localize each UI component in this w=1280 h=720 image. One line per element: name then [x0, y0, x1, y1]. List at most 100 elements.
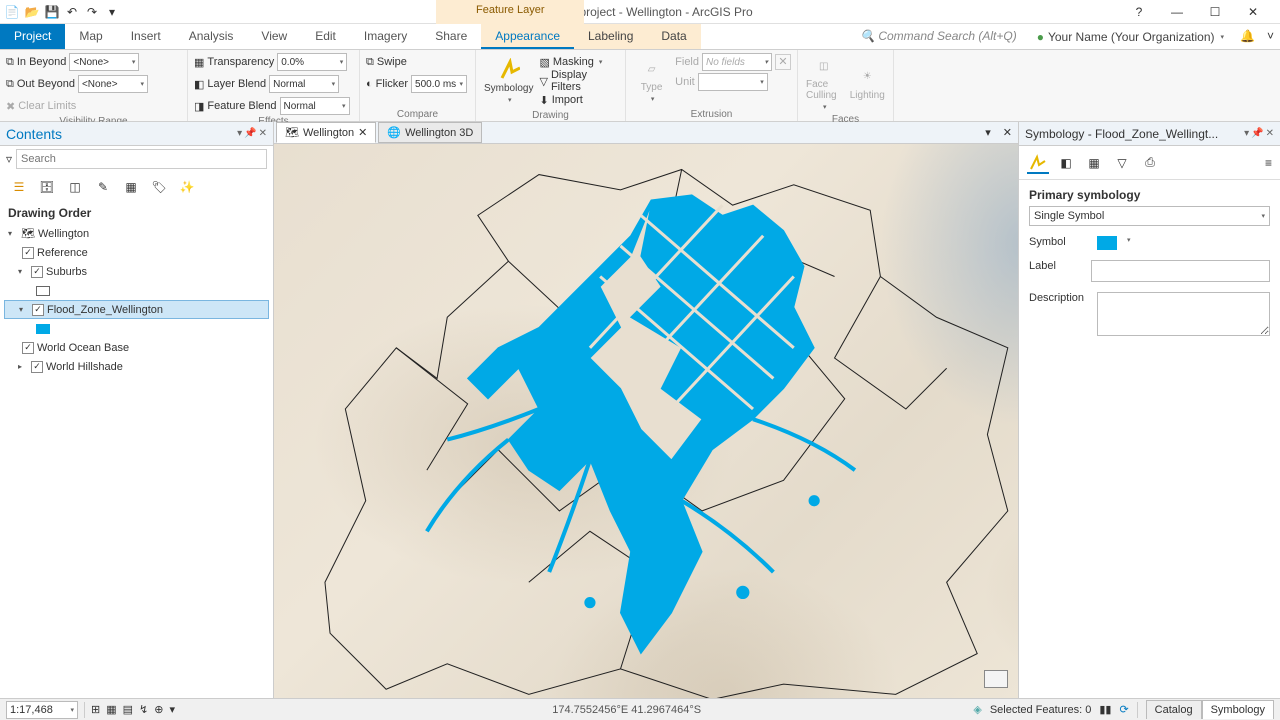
tab-appearance[interactable]: Appearance	[481, 24, 574, 49]
scale-combo[interactable]: 1:17,468▾	[6, 701, 78, 719]
vary-by-attribute-tab-icon[interactable]: ◧	[1055, 152, 1077, 174]
layer-blend-combo[interactable]: Normal▾	[269, 75, 339, 93]
symbology-button[interactable]: Symbology▾	[482, 53, 535, 109]
feature-blend-combo[interactable]: Normal▾	[280, 97, 350, 115]
refresh-icon[interactable]: ⟳	[1119, 703, 1128, 716]
tab-labeling[interactable]: Labeling	[574, 24, 647, 49]
toc-map-frame[interactable]: ▾🗺Wellington	[4, 224, 269, 243]
transparency-combo[interactable]: 0.0%▾	[277, 53, 347, 71]
help-icon[interactable]: ?	[1124, 2, 1154, 22]
tab-share[interactable]: Share	[421, 24, 481, 49]
face-culling-button[interactable]: ◫Face Culling▾	[804, 53, 844, 113]
coordinates-display[interactable]: 174.7552456°E 41.2967464°S	[286, 704, 967, 716]
tab-insert[interactable]: Insert	[117, 24, 175, 49]
undo-icon[interactable]: ↶	[64, 4, 80, 20]
status-dynamic-icon[interactable]: ▾	[169, 703, 175, 716]
toc-hillshade[interactable]: ▸World Hillshade	[4, 357, 269, 376]
status-corrections-icon[interactable]: ↯	[139, 703, 148, 716]
redo-icon[interactable]: ↷	[84, 4, 100, 20]
swipe-button[interactable]: Swipe	[377, 56, 407, 68]
structure-tab-icon[interactable]: ⎙	[1139, 152, 1161, 174]
tab-map[interactable]: Map	[65, 24, 116, 49]
checkbox[interactable]	[31, 361, 43, 373]
list-selection-icon[interactable]: ◫	[66, 178, 84, 196]
list-snapping-icon[interactable]: ▦	[122, 178, 140, 196]
open-project-icon[interactable]: 📂	[24, 4, 40, 20]
advanced-tab-icon[interactable]: ▽	[1111, 152, 1133, 174]
autohide-icon[interactable]: ▾	[237, 128, 242, 139]
toc-flood-symbol[interactable]	[4, 319, 269, 338]
map-canvas[interactable]	[274, 144, 1018, 698]
primary-symbology-tab-icon[interactable]	[1027, 152, 1049, 174]
import-button[interactable]: ⬇Import	[539, 91, 619, 109]
tab-imagery[interactable]: Imagery	[350, 24, 421, 49]
checkbox[interactable]	[32, 304, 44, 316]
out-beyond-combo[interactable]: <None>▾	[78, 75, 148, 93]
lighting-button[interactable]: ☀Lighting	[848, 53, 888, 113]
label-input[interactable]	[1091, 260, 1270, 282]
map-tab-wellington-3d[interactable]: 🌐Wellington 3D	[378, 122, 482, 143]
toc-suburbs[interactable]: ▾Suburbs	[4, 262, 269, 281]
unit-combo[interactable]: ▾	[698, 73, 768, 91]
description-input[interactable]	[1097, 292, 1270, 336]
symbol-swatch[interactable]	[1097, 236, 1117, 250]
list-drawing-order-icon[interactable]: ☰	[10, 178, 28, 196]
clear-limits-button[interactable]: Clear Limits	[18, 100, 76, 112]
notifications-icon[interactable]: 🔔	[1234, 24, 1261, 49]
new-project-icon[interactable]: 📄	[4, 4, 20, 20]
tab-close-icon[interactable]: ✕	[358, 126, 367, 139]
user-menu[interactable]: ● Your Name (Your Organization) ▾	[1027, 24, 1234, 49]
checkbox[interactable]	[22, 247, 34, 259]
autohide-icon[interactable]: ▾	[1244, 128, 1249, 139]
checkbox[interactable]	[22, 342, 34, 354]
pause-drawing-icon[interactable]: ▮▮	[1099, 703, 1111, 716]
status-inference-icon[interactable]: ⊕	[154, 703, 163, 716]
checkbox[interactable]	[31, 266, 43, 278]
navigator-icon[interactable]	[984, 670, 1008, 688]
list-labeling-icon[interactable]: 🏷	[150, 178, 168, 196]
status-snapping-icon[interactable]: ▦	[106, 703, 116, 716]
status-grid-icon[interactable]: ▤	[123, 703, 133, 716]
catalog-tab[interactable]: Catalog	[1146, 700, 1202, 719]
status-constraints-icon[interactable]: ⊞	[91, 703, 100, 716]
list-editing-icon[interactable]: ✎	[94, 178, 112, 196]
symbol-dropdown-icon[interactable]: ▾	[1127, 236, 1131, 244]
tab-analysis[interactable]: Analysis	[175, 24, 248, 49]
display-filters-button[interactable]: ▽Display Filters	[539, 72, 619, 90]
toc-flood-zone[interactable]: ▾Flood_Zone_Wellington	[4, 300, 269, 319]
filter-icon[interactable]: ▿	[6, 152, 12, 166]
save-icon[interactable]: 💾	[44, 4, 60, 20]
map-tabs-menu-icon[interactable]: ▾	[979, 126, 997, 139]
selected-features-label[interactable]: Selected Features: 0	[990, 704, 1092, 716]
pane-close-icon[interactable]: ✕	[259, 128, 267, 139]
symbol-layer-tab-icon[interactable]: ▦	[1083, 152, 1105, 174]
extrusion-type-button[interactable]: ▱ Type▾	[632, 53, 671, 108]
map-tab-wellington[interactable]: 🗺Wellington✕	[276, 122, 376, 143]
tab-project[interactable]: Project	[0, 24, 65, 49]
pane-close-icon[interactable]: ✕	[1266, 128, 1274, 139]
toc-ocean-base[interactable]: World Ocean Base	[4, 338, 269, 357]
command-search[interactable]: 🔍 Command Search (Alt+Q)	[850, 24, 1027, 49]
tab-view[interactable]: View	[247, 24, 301, 49]
map-tabs-close-icon[interactable]: ✕	[997, 126, 1018, 139]
close-icon[interactable]: ✕	[1238, 2, 1268, 22]
list-source-icon[interactable]: 🗄	[38, 178, 56, 196]
symbology-tab[interactable]: Symbology	[1202, 700, 1274, 719]
maximize-icon[interactable]: ☐	[1200, 2, 1230, 22]
contents-search-input[interactable]	[16, 149, 267, 169]
ribbon-collapse-icon[interactable]: ˅	[1261, 24, 1280, 49]
qat-customize-icon[interactable]: ▾	[104, 4, 120, 20]
pin-icon[interactable]: 📌	[1251, 128, 1263, 139]
pin-icon[interactable]: 📌	[244, 128, 256, 139]
minimize-icon[interactable]: —	[1162, 2, 1192, 22]
tab-edit[interactable]: Edit	[301, 24, 350, 49]
in-beyond-combo[interactable]: <None>▾	[69, 53, 139, 71]
list-perspective-icon[interactable]: ✨	[178, 178, 196, 196]
symbology-type-select[interactable]: Single Symbol▾	[1029, 206, 1270, 226]
tab-data[interactable]: Data	[647, 24, 700, 49]
field-combo[interactable]: No fields▾	[702, 53, 772, 71]
flicker-combo[interactable]: 500.0 ms▾	[411, 75, 467, 93]
toc-suburbs-symbol[interactable]	[4, 281, 269, 300]
toc-reference[interactable]: Reference	[4, 243, 269, 262]
field-expr-icon[interactable]: ✕	[775, 54, 791, 70]
